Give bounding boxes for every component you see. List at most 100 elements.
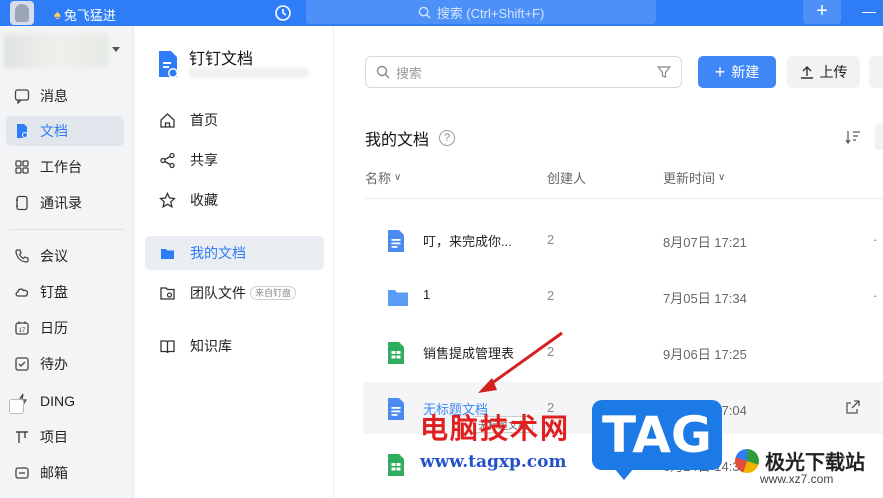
docs-nav-share[interactable]: 共享 — [145, 143, 324, 177]
grid-icon — [15, 160, 29, 174]
history-icon[interactable] — [274, 4, 292, 22]
docs-nav-label: 首页 — [190, 112, 218, 128]
nav-item-calendar[interactable]: 17 日历 — [6, 313, 124, 343]
file-name: 销售提成管理表 — [423, 346, 515, 361]
file-creator: 2 — [547, 344, 555, 359]
docs-nav-home[interactable]: 首页 — [145, 103, 324, 137]
table-row[interactable]: 叮，来完成你... 2 8月07日 17:21 · — [363, 214, 883, 266]
header-divider — [365, 198, 883, 199]
section-title: 我的文档 ? — [365, 126, 456, 150]
column-header-updated-label: 更新时间 — [663, 171, 716, 186]
search-icon — [376, 65, 390, 79]
minimize-button[interactable] — [862, 12, 876, 13]
sheet-file-icon — [388, 454, 404, 476]
help-icon[interactable]: ? — [439, 130, 456, 146]
phone-icon — [15, 249, 29, 263]
global-search[interactable]: 搜索 (Ctrl+Shift+F) — [306, 0, 656, 24]
nav-item-messages[interactable]: 消息 — [6, 81, 124, 111]
row-checkbox[interactable] — [9, 399, 24, 414]
nav-label: 工作台 — [40, 159, 82, 175]
watermark-xz-logo-icon — [735, 449, 759, 473]
docs-nav-favorites[interactable]: 收藏 — [145, 183, 324, 217]
source-badge: 来自钉盘 — [250, 286, 297, 300]
watermark-tag-logo: TAG — [592, 400, 722, 480]
docs-nav-label: 收藏 — [190, 192, 218, 208]
nav-item-mail[interactable]: 邮箱 — [6, 458, 124, 488]
nav-label: 会议 — [40, 248, 68, 264]
project-icon — [16, 431, 28, 443]
chevron-down-icon: ∨ — [718, 172, 726, 183]
home-icon — [160, 112, 175, 128]
table-row[interactable]: 1 2 7月05日 17:34 · — [363, 270, 883, 322]
message-icon — [14, 89, 30, 104]
file-name: 1 — [423, 287, 431, 302]
column-header-name-label: 名称 — [365, 171, 392, 186]
nav-label: 钉盘 — [40, 284, 68, 300]
chevron-down-icon: ∨ — [394, 172, 402, 183]
nav-item-docs[interactable]: 文档 — [6, 116, 124, 146]
caret-down-icon — [112, 47, 120, 52]
share-icon — [160, 152, 175, 168]
dingtalk-docs-logo-icon — [159, 51, 178, 78]
new-button[interactable]: + 新建 — [698, 56, 776, 88]
svg-text:17: 17 — [19, 328, 26, 334]
docs-app-title: 钉钉文档 — [189, 51, 254, 68]
nav-item-project[interactable]: 项目 — [6, 422, 124, 452]
docs-nav-label: 团队文件 — [190, 285, 246, 301]
sort-icon[interactable] — [845, 130, 861, 144]
username[interactable]: ♠ 兔飞猛进 — [54, 5, 116, 24]
new-button-label: 新建 — [731, 64, 760, 80]
open-external-icon[interactable] — [845, 399, 861, 415]
nav-label: 文档 — [40, 123, 68, 139]
nav-label: 项目 — [40, 429, 68, 445]
nav-item-workbench[interactable]: 工作台 — [6, 152, 124, 182]
docs-nav-team-files[interactable]: 团队文件 来自钉盘 — [145, 276, 324, 310]
nav-label: 待办 — [40, 356, 68, 372]
upload-button-label: 上传 — [819, 64, 848, 80]
watermark-url: www.tagxp.com — [420, 452, 567, 472]
search-icon — [418, 6, 431, 19]
section-title-text: 我的文档 — [365, 132, 430, 149]
team-folder-icon — [160, 286, 175, 300]
docs-search-placeholder: 搜索 — [396, 65, 423, 81]
org-name-blurred — [4, 34, 108, 68]
nav-label: 日历 — [40, 320, 68, 336]
folder-file-icon — [388, 290, 408, 306]
doc-file-icon — [388, 230, 404, 252]
column-header-name[interactable]: 名称 ∨ — [365, 168, 401, 187]
more-button[interactable] — [869, 56, 883, 88]
contacts-icon — [16, 195, 28, 211]
star-icon — [159, 191, 176, 208]
docs-nav-my-docs[interactable]: 我的文档 — [145, 236, 324, 270]
upload-icon — [800, 66, 813, 79]
docs-nav-label: 知识库 — [190, 338, 232, 354]
doc-icon — [17, 124, 28, 138]
org-switcher[interactable] — [0, 32, 134, 70]
view-toggle-button[interactable] — [875, 124, 883, 150]
file-name: 叮，来完成你... — [423, 234, 512, 249]
cloud-icon — [15, 288, 29, 297]
nav-item-drive[interactable]: 钉盘 — [6, 277, 124, 307]
upload-button[interactable]: 上传 — [787, 56, 860, 88]
column-header-creator: 创建人 — [547, 168, 586, 187]
docs-nav-knowledge-base[interactable]: 知识库 — [145, 329, 324, 363]
column-header-updated[interactable]: 更新时间 ∨ — [663, 168, 725, 187]
nav-item-contacts[interactable]: 通讯录 — [6, 188, 124, 218]
more-dots-icon[interactable]: · — [873, 232, 877, 247]
divider — [10, 229, 124, 230]
avatar[interactable] — [10, 1, 34, 25]
column-header-creator-label: 创建人 — [547, 171, 587, 186]
nav-item-todo[interactable]: 待办 — [6, 349, 124, 379]
docs-search-input[interactable]: 搜索 — [365, 56, 682, 88]
more-dots-icon[interactable]: · — [873, 288, 877, 303]
book-icon — [160, 339, 175, 353]
nav-item-meeting[interactable]: 会议 — [6, 241, 124, 271]
add-button[interactable]: + — [803, 0, 841, 24]
global-search-placeholder: 搜索 (Ctrl+Shift+F) — [436, 5, 545, 21]
nav-label: 通讯录 — [40, 195, 82, 211]
table-row[interactable]: 销售提成管理表 2 9月06日 17:25 — [363, 326, 883, 378]
filter-icon[interactable] — [657, 65, 671, 79]
file-time: 8月07日 17:21 — [663, 235, 747, 250]
nav-label: 消息 — [40, 88, 68, 104]
nav-label: DING — [40, 393, 75, 409]
